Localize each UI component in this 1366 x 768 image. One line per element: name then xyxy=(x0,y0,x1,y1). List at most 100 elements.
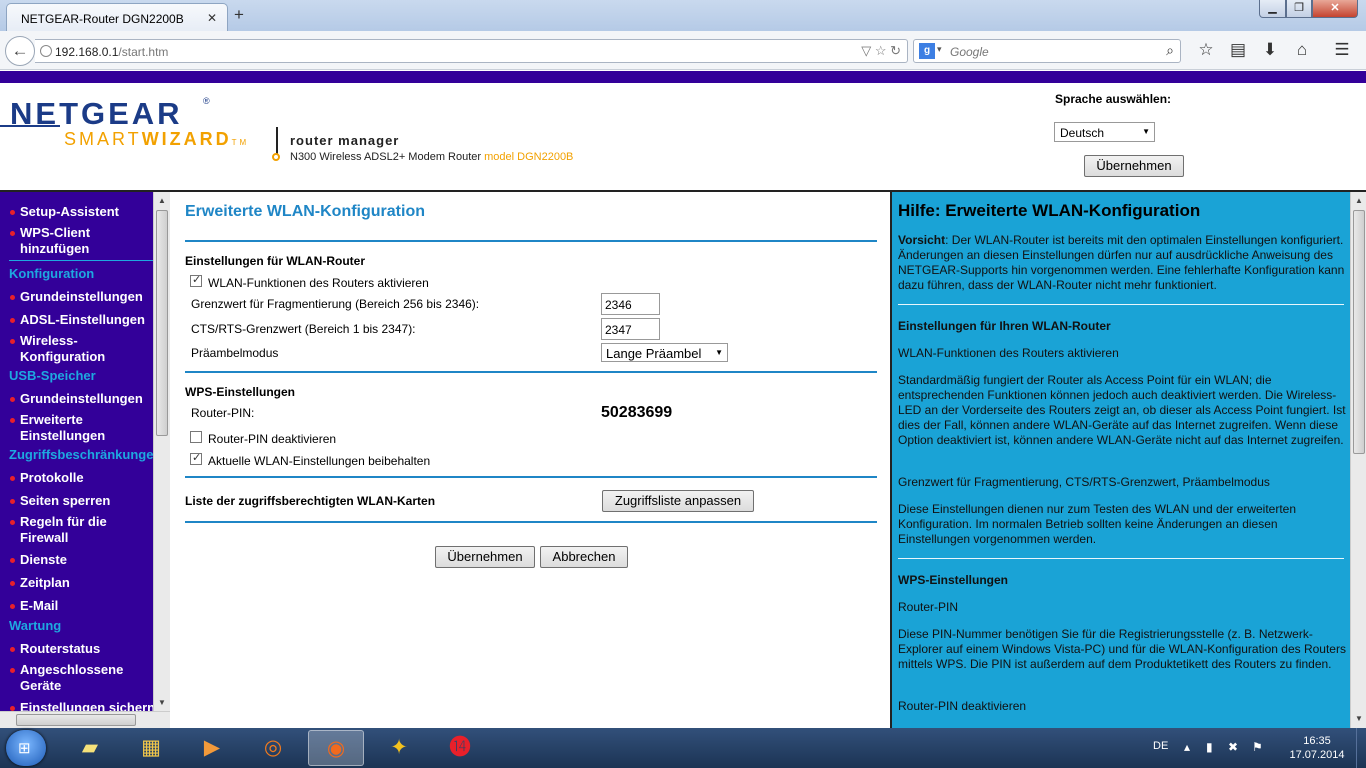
home-icon[interactable]: ⌂ xyxy=(1286,40,1318,60)
tm-mark: TM xyxy=(231,138,250,147)
show-desktop-button[interactable] xyxy=(1356,728,1366,768)
tray-expand-icon[interactable]: ▴ xyxy=(1184,740,1190,754)
close-window-icon[interactable]: ✕ xyxy=(1312,0,1358,18)
sidebar-item-wps-client[interactable]: WPS-Client hinzufügen xyxy=(10,225,130,257)
minimize-icon[interactable]: ▁ xyxy=(1259,0,1286,18)
enable-wlan-checkbox[interactable] xyxy=(190,273,202,287)
help-frag-text: Diese Einstellungen dienen nur zum Teste… xyxy=(898,502,1297,546)
help-caution: Vorsicht: Der WLAN-Router ist bereits mi… xyxy=(898,233,1346,293)
access-list-button[interactable]: Zugriffsliste anpassen xyxy=(602,490,754,512)
bookmarks-list-icon[interactable]: ▤ xyxy=(1222,40,1254,60)
menu-icon[interactable]: ☰ xyxy=(1318,40,1366,60)
close-tab-icon[interactable]: ✕ xyxy=(207,11,217,25)
sidebar-scrollbar[interactable]: ▲ ▼ xyxy=(153,192,170,711)
clock[interactable]: 16:35 17.07.2014 xyxy=(1282,734,1352,762)
scroll-up-icon[interactable]: ▲ xyxy=(158,196,166,205)
game-icon[interactable]: ✦ xyxy=(371,730,427,766)
sidebar-item-firewall[interactable]: Regeln für die Firewall xyxy=(10,514,120,546)
caution-text: : Der WLAN-Router ist bereits mit den op… xyxy=(898,233,1345,292)
sidebar-item-routerstatus[interactable]: Routerstatus xyxy=(9,641,100,657)
sidebar-item-setup-assistent[interactable]: Setup-Assistent xyxy=(10,204,119,220)
page-title: Erweiterte WLAN-Konfiguration xyxy=(185,203,425,220)
media-player-icon[interactable]: ▶ xyxy=(184,730,240,766)
sidebar-section-wartung[interactable]: Wartung xyxy=(9,618,61,633)
main-content: Erweiterte WLAN-Konfiguration Einstellun… xyxy=(176,192,890,728)
disable-pin-checkbox[interactable] xyxy=(190,431,202,443)
sidebar-item-geraete[interactable]: Angeschlossene Geräte xyxy=(10,662,130,694)
smartwizard-logo: SMARTWIZARDTM xyxy=(64,129,249,150)
preamble-value: Lange Präambel xyxy=(606,346,702,361)
sidebar-section-zugriff[interactable]: Zugriffsbeschränkungen xyxy=(9,447,153,462)
keep-settings-label: Aktuelle WLAN-Einstellungen beibehalten xyxy=(208,454,431,468)
language-select[interactable]: Deutsch ▼ xyxy=(1054,122,1155,142)
sidebar-item-adsl[interactable]: ADSL-Einstellungen xyxy=(10,312,145,328)
browser-tab[interactable]: NETGEAR-Router DGN2200B ✕ xyxy=(6,3,228,31)
sidebar-item-email[interactable]: E-Mail xyxy=(9,598,58,614)
globe-icon xyxy=(40,45,52,57)
sidebar-item-seiten-sperren[interactable]: Seiten sperren xyxy=(9,493,110,509)
sidebar-item-protokolle[interactable]: Protokolle xyxy=(10,470,84,486)
bookmark-star-icon[interactable]: ☆ xyxy=(1190,40,1222,60)
help-scroll-thumb[interactable] xyxy=(1353,210,1365,454)
search-box[interactable]: g ▾ Google ⌕ xyxy=(913,39,1181,63)
scroll-up-icon[interactable]: ▲ xyxy=(1355,196,1363,205)
preamble-select[interactable]: Lange Präambel ▼ xyxy=(601,343,728,362)
access-list-label: Liste der zugriffsberechtigten WLAN-Kart… xyxy=(185,494,436,508)
sidebar-item-dienste[interactable]: Dienste xyxy=(10,552,67,568)
sidebar-h-scroll-thumb[interactable] xyxy=(16,714,136,726)
tab-title: NETGEAR-Router DGN2200B xyxy=(21,12,184,26)
help-wps-heading: WPS-Einstellungen xyxy=(898,573,1009,587)
chevron-down-icon: ▼ xyxy=(1142,127,1150,136)
scroll-down-icon[interactable]: ▼ xyxy=(158,698,166,707)
search-icon[interactable]: ⌕ xyxy=(1166,42,1174,59)
rts-input[interactable]: 2347 xyxy=(601,318,660,340)
help-router-heading: Einstellungen für Ihren WLAN-Router xyxy=(898,319,1111,333)
reload-icon[interactable]: ▽ ☆ ↻ xyxy=(861,43,901,59)
sidebar-item-usb-grundeinstellungen[interactable]: Grundeinstellungen xyxy=(10,391,143,407)
browser-tab-bar: NETGEAR-Router DGN2200B ✕ + ▁ ❐ ✕ xyxy=(0,0,1366,31)
help-panel: Hilfe: Erweiterte WLAN-Konfiguration Vor… xyxy=(892,192,1350,728)
sidebar-item-grundeinstellungen[interactable]: Grundeinstellungen xyxy=(10,289,143,305)
help-scrollbar[interactable]: ▲ ▼ xyxy=(1350,192,1366,728)
back-arrow-icon[interactable]: ← xyxy=(5,36,35,66)
action-center-icon[interactable]: ⚑ xyxy=(1252,740,1263,754)
cancel-button[interactable]: Abbrechen xyxy=(540,546,628,568)
apply-button[interactable]: Übernehmen xyxy=(435,546,535,568)
downloads-icon[interactable]: ⬇ xyxy=(1254,40,1286,60)
keep-settings-checkbox[interactable] xyxy=(190,451,202,465)
start-button[interactable]: ⊞ xyxy=(6,730,46,766)
address-bar[interactable]: 192.168.0.1/start.htm ▽ ☆ ↻ xyxy=(35,39,908,63)
language-indicator[interactable]: DE xyxy=(1153,740,1168,752)
sidebar-item-usb-erweitert[interactable]: Erweiterte Einstellungen xyxy=(10,412,120,444)
sidebar-item-wireless[interactable]: Wireless-Konfiguration xyxy=(10,333,105,365)
app-14-icon[interactable]: ⓮ xyxy=(432,730,488,766)
router-header: NETGEAR ® SMARTWIZARDTM router manager N… xyxy=(0,83,1366,191)
scroll-down-icon[interactable]: ▼ xyxy=(1355,714,1363,723)
maximize-icon[interactable]: ❐ xyxy=(1286,0,1312,18)
firefox-icon[interactable]: ◉ xyxy=(308,730,364,766)
sidebar: Setup-Assistent WPS-Client hinzufügen Ko… xyxy=(0,192,153,728)
frag-input[interactable]: 2346 xyxy=(601,293,660,315)
search-engine-dropdown-icon[interactable]: ▾ xyxy=(937,44,942,55)
sticky-notes-icon[interactable]: ▰ xyxy=(62,730,118,766)
sidebar-scroll-thumb[interactable] xyxy=(156,210,168,436)
sidebar-section-usb[interactable]: USB-Speicher xyxy=(9,368,96,383)
language-value: Deutsch xyxy=(1060,126,1105,140)
network-icon[interactable]: ▮ xyxy=(1206,740,1213,754)
volume-muted-icon[interactable]: ✖ xyxy=(1228,740,1238,754)
router-section-heading: Einstellungen für WLAN-Router xyxy=(185,254,365,268)
new-tab-icon[interactable]: + xyxy=(234,5,244,25)
model-name: model DGN2200B xyxy=(484,151,574,163)
url-host: 192.168.0.1 xyxy=(55,45,119,59)
wizard-text: WIZARD xyxy=(141,129,232,149)
file-explorer-icon[interactable]: ▦ xyxy=(123,730,179,766)
sidebar-h-scrollbar[interactable] xyxy=(0,711,170,728)
section-divider xyxy=(185,521,877,523)
language-apply-button[interactable]: Übernehmen xyxy=(1084,155,1184,177)
google-icon[interactable]: g xyxy=(919,43,935,59)
help-pin-text: Diese PIN-Nummer benötigen Sie für die R… xyxy=(898,627,1346,671)
sidebar-section-konfiguration[interactable]: Konfiguration xyxy=(9,266,94,281)
origin-icon[interactable]: ◎ xyxy=(245,730,301,766)
model-description: N300 Wireless ADSL2+ Modem Router xyxy=(290,151,482,163)
sidebar-item-zeitplan[interactable]: Zeitplan xyxy=(10,575,70,591)
